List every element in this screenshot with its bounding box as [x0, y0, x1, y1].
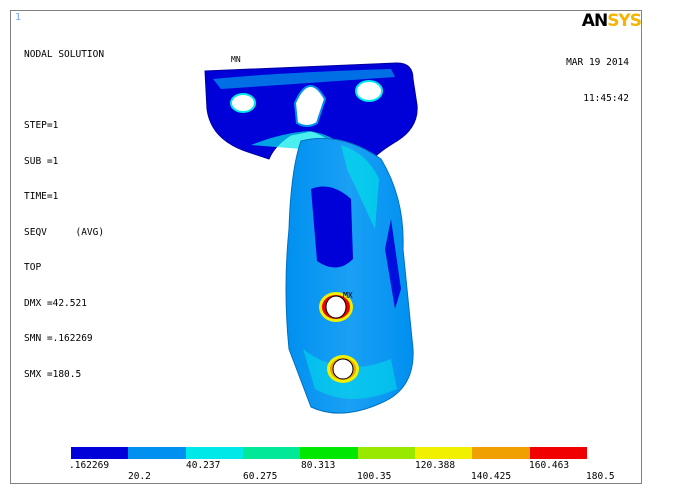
plate-hole-left	[230, 93, 256, 113]
stress-contour-model[interactable]	[191, 49, 451, 429]
legend-swatch	[414, 447, 473, 459]
legend-swatch	[71, 447, 129, 459]
info-line: TIME=1	[24, 191, 59, 202]
legend-label: 40.237	[186, 460, 221, 471]
info-line: SEQV (AVG)	[24, 226, 105, 238]
solution-info: NODAL SOLUTION STEP=1 SUB =1 TIME=1 SEQV…	[24, 25, 104, 404]
graphics-window[interactable]: 1 NODAL SOLUTION STEP=1 SUB =1 TIME=1 SE…	[10, 10, 642, 484]
date-label: MAR 19 2014	[566, 57, 629, 68]
shaft-hole-lower	[332, 358, 354, 380]
info-line: NODAL SOLUTION	[24, 49, 105, 60]
legend-swatch	[472, 447, 530, 459]
legend-label: 100.35	[357, 471, 392, 482]
legend-swatch	[300, 447, 358, 459]
logo-part-1: AN	[581, 11, 608, 31]
contour-legend	[71, 447, 587, 459]
legend-label: .162269	[69, 460, 110, 471]
legend-label: 60.275	[243, 471, 278, 482]
legend-swatch	[529, 447, 587, 459]
info-line	[24, 85, 104, 97]
legend-swatch	[242, 447, 301, 459]
info-line: STEP=1	[24, 120, 59, 131]
legend-label: 140.425	[471, 471, 512, 482]
legend-swatch	[128, 447, 186, 459]
legend-label: 180.5	[586, 471, 615, 482]
plate-hole-right	[355, 80, 383, 102]
info-line: DMX =42.521	[24, 297, 87, 309]
info-line: SMN =.162269	[24, 333, 93, 344]
logo-part-2: SYS	[607, 11, 642, 31]
legend-label: 160.463	[529, 460, 570, 471]
legend-swatch	[357, 447, 415, 459]
info-line: SMX =180.5	[24, 368, 82, 380]
info-line: SUB =1	[24, 155, 59, 167]
ansys-logo: ANSYS	[581, 11, 642, 31]
legend-label: 20.2	[128, 471, 151, 482]
shaft-low-stress-band	[311, 186, 353, 268]
legend-label: 80.313	[301, 460, 336, 471]
min-marker: MN	[231, 55, 241, 64]
info-line: TOP	[24, 262, 42, 273]
window-number: 1	[15, 12, 22, 23]
max-marker: MX	[343, 291, 353, 300]
time-label: 11:45:42	[583, 93, 629, 104]
legend-label: 120.388	[415, 460, 456, 471]
timestamp: MAR 19 2014 11:45:42	[566, 33, 629, 129]
legend-swatch	[185, 447, 243, 459]
